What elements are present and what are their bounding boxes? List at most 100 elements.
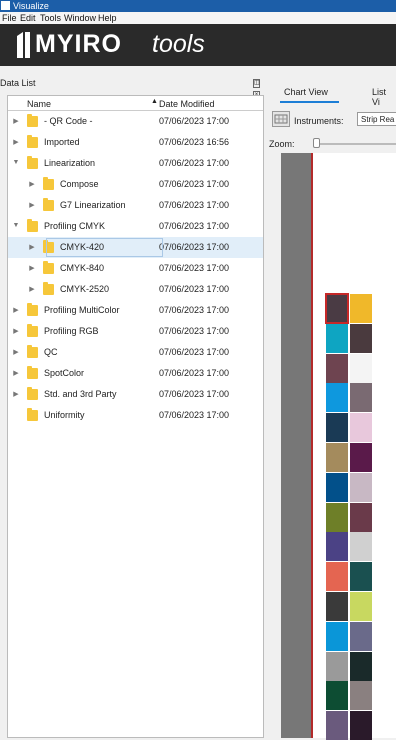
chevron-right-icon[interactable]: ▶ [28,180,36,188]
color-patch[interactable] [326,472,348,502]
tab-chart-view[interactable]: Chart View [284,87,328,97]
row-name: QC [44,347,58,357]
brand-name: MYIRO [35,30,122,58]
instruments-label: Instruments: [294,116,344,126]
row-date: 07/06/2023 17:00 [159,305,230,315]
row-name: Uniformity [44,410,85,420]
row-date: 07/06/2023 17:00 [159,263,230,273]
tree-row[interactable]: ▶ - QR Code - 07/06/2023 17:00 [8,111,263,132]
column-header-name[interactable]: Name [27,99,51,109]
color-patch[interactable] [350,413,372,443]
tree-row[interactable]: ▶ CMYK-2520 07/06/2023 17:00 [8,279,263,300]
tree-row[interactable]: ▶ CMYK-840 07/06/2023 17:00 [8,258,263,279]
zoom-label: Zoom: [269,139,295,149]
color-patch[interactable] [326,651,348,681]
tree-row[interactable]: ▶ Compose 07/06/2023 17:00 [8,174,263,195]
color-patch[interactable] [326,383,348,413]
chart-panel: Chart View List Vi Instruments: Strip Re… [269,74,396,740]
row-name: Profiling CMYK [44,221,106,231]
color-patch[interactable] [350,621,372,651]
color-patch[interactable] [350,651,372,681]
zoom-slider-handle[interactable] [313,138,320,148]
tree-row[interactable]: ▶ SpotColor 07/06/2023 17:00 [8,363,263,384]
tree-row[interactable]: ▼ Profiling CMYK 07/06/2023 17:00 [8,216,263,237]
folder-icon [27,156,38,169]
tree-row[interactable]: ▶ Std. and 3rd Party 07/06/2023 17:00 [8,384,263,405]
tree-row[interactable]: ▼ Linearization 07/06/2023 17:00 [8,153,263,174]
chevron-right-icon[interactable]: ▶ [12,327,20,335]
myiro-logo-icon [17,32,30,58]
menu-file[interactable]: File [2,12,17,24]
instrument-select[interactable]: Strip Rea [357,112,396,126]
color-patch[interactable] [350,472,372,502]
color-patch[interactable] [326,443,348,472]
chevron-right-icon[interactable]: ▶ [28,201,36,209]
folder-icon [27,366,38,379]
chevron-right-icon[interactable]: ▶ [28,243,36,251]
tree-row[interactable]: ▶ Profiling MultiColor 07/06/2023 17:00 [8,300,263,321]
color-patch[interactable] [350,562,372,592]
color-patch[interactable] [350,443,372,472]
chevron-right-icon[interactable]: ▶ [12,117,20,125]
chevron-right-icon[interactable]: ▶ [12,369,20,377]
tree-row[interactable]: ▶ CMYK-420 07/06/2023 17:00 [8,237,263,258]
color-patch[interactable] [350,532,372,562]
color-patch[interactable] [325,293,349,324]
chart-canvas [281,153,396,740]
chevron-right-icon[interactable]: ▶ [28,285,36,293]
row-date: 07/06/2023 17:00 [159,116,230,126]
color-patch[interactable] [350,502,372,532]
color-patch[interactable] [350,681,372,711]
color-patch[interactable] [350,353,372,383]
row-name: SpotColor [44,368,85,378]
color-patch[interactable] [350,383,372,413]
color-patch[interactable] [326,323,348,353]
tab-list-view[interactable]: List Vi [372,87,396,107]
tree-row[interactable]: ▶ Imported 07/06/2023 16:56 [8,132,263,153]
tree-row[interactable]: ▶ G7 Linearization 07/06/2023 17:00 [8,195,263,216]
tree-row[interactable]: ▶ QC 07/06/2023 17:00 [8,342,263,363]
tree-row[interactable]: Uniformity 07/06/2023 17:00 [8,405,263,426]
folder-icon [43,198,54,211]
folder-icon [27,345,38,358]
row-date: 07/06/2023 17:00 [159,410,230,420]
color-patch[interactable] [326,353,348,383]
chevron-right-icon[interactable]: ▶ [12,138,20,146]
color-patch[interactable] [326,621,348,651]
chevron-right-icon[interactable]: ▶ [12,306,20,314]
instrument-icon[interactable] [272,111,290,127]
zoom-slider-track[interactable] [313,143,396,145]
color-patch[interactable] [326,413,348,443]
float-panel-icon[interactable]: ◫ [253,79,260,88]
row-date: 07/06/2023 17:00 [159,200,230,210]
tree-row[interactable]: ▶ Profiling RGB 07/06/2023 17:00 [8,321,263,342]
menu-edit[interactable]: Edit [20,12,36,24]
instrument-bar: Instruments: Strip Rea [269,108,396,136]
menu-window[interactable]: Window [64,12,96,24]
color-patch[interactable] [350,323,372,353]
color-patch[interactable] [326,562,348,592]
brand-bar: MYIRO tools [0,24,396,66]
color-patch[interactable] [326,711,348,740]
window-title-bar: Visualize [0,0,396,12]
panel-window-buttons: ◫× [253,76,265,100]
sort-ascending-icon: ▲ [151,98,158,105]
app-icon [1,1,10,10]
folder-icon [27,135,38,148]
chevron-down-icon[interactable]: ▼ [12,159,20,166]
chevron-right-icon[interactable]: ▶ [28,264,36,272]
menu-help[interactable]: Help [98,12,117,24]
chevron-right-icon[interactable]: ▶ [12,390,20,398]
color-patch[interactable] [350,711,372,740]
row-name: Compose [60,179,99,189]
color-patch[interactable] [326,532,348,562]
menu-tools[interactable]: Tools [40,12,61,24]
color-patch[interactable] [326,681,348,711]
color-patch[interactable] [326,592,348,621]
chevron-down-icon[interactable]: ▼ [12,222,20,229]
column-header-date[interactable]: Date Modified [159,99,215,109]
color-patch[interactable] [350,592,372,621]
color-patch[interactable] [350,294,372,323]
color-patch[interactable] [326,502,348,532]
chevron-right-icon[interactable]: ▶ [12,348,20,356]
